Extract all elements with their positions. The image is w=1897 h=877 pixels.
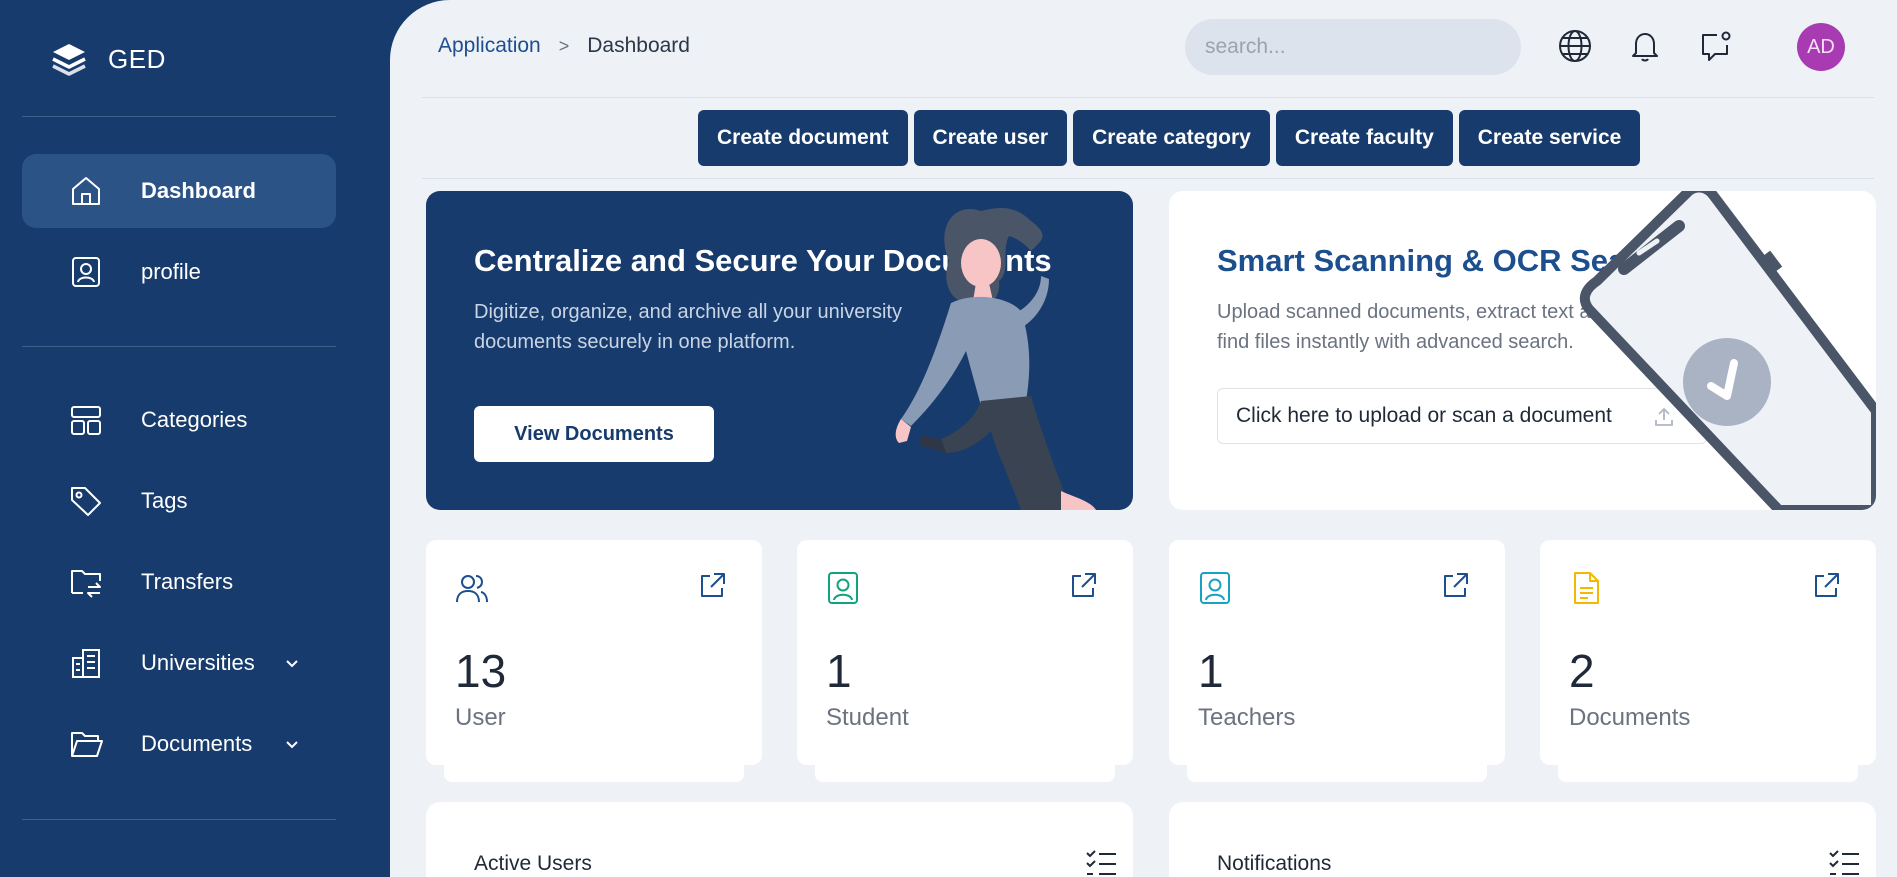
avatar[interactable]: AD bbox=[1797, 23, 1845, 71]
breadcrumb-current: Dashboard bbox=[587, 34, 690, 57]
create-user-button[interactable]: Create user bbox=[913, 110, 1068, 166]
list-check-icon[interactable] bbox=[1827, 848, 1861, 877]
sidebar-item-label: Dashboard bbox=[141, 178, 256, 203]
home-icon bbox=[68, 173, 104, 209]
breadcrumb-separator: > bbox=[558, 35, 570, 56]
layers-logo-icon bbox=[52, 44, 86, 76]
sidebar-item-universities[interactable]: Universities bbox=[22, 626, 336, 700]
message-icon[interactable] bbox=[1697, 28, 1733, 64]
create-service-button[interactable]: Create service bbox=[1458, 110, 1641, 166]
globe-icon[interactable] bbox=[1557, 28, 1593, 64]
list-check-icon[interactable] bbox=[1084, 848, 1118, 877]
bell-icon[interactable] bbox=[1627, 28, 1663, 64]
smartphone-illustration-icon bbox=[1579, 191, 1876, 510]
view-documents-button[interactable]: View Documents bbox=[474, 406, 714, 462]
create-category-button[interactable]: Create category bbox=[1073, 110, 1270, 166]
notifications-panel: Notifications bbox=[1169, 802, 1876, 877]
users-icon bbox=[456, 575, 488, 603]
teacher-badge-icon bbox=[1200, 572, 1230, 604]
stat-value: 13 bbox=[455, 645, 507, 697]
action-toolbar: Create document Create user Create categ… bbox=[698, 110, 1641, 166]
create-document-button[interactable]: Create document bbox=[698, 110, 908, 166]
stat-label: Teachers bbox=[1198, 704, 1296, 731]
active-users-panel: Active Users bbox=[426, 802, 1133, 877]
external-link-icon[interactable] bbox=[696, 570, 728, 602]
breadcrumb: Application > Dashboard bbox=[438, 34, 690, 58]
sidebar-divider bbox=[22, 819, 336, 820]
sidebar-item-tags[interactable]: Tags bbox=[22, 464, 336, 538]
sidebar-item-label: Documents bbox=[141, 731, 253, 756]
stat-label: Documents bbox=[1569, 704, 1691, 731]
main-content: Application > Dashboard AD Create docume… bbox=[390, 0, 1897, 877]
stat-card-users[interactable]: 13 User bbox=[426, 540, 762, 765]
stat-value: 1 bbox=[1198, 645, 1224, 697]
toolbar-divider bbox=[422, 178, 1874, 179]
student-badge-icon bbox=[828, 572, 858, 604]
stat-value: 2 bbox=[1569, 645, 1595, 697]
sidebar-item-label: profile bbox=[141, 259, 201, 284]
building-icon bbox=[68, 645, 104, 681]
profile-icon bbox=[68, 254, 104, 290]
sidebar-item-profile[interactable]: profile bbox=[22, 235, 336, 309]
brand[interactable]: GED bbox=[50, 38, 166, 80]
sidebar-item-documents[interactable]: Documents bbox=[22, 707, 336, 781]
layout-icon bbox=[68, 402, 104, 438]
sidebar-item-transfers[interactable]: Transfers bbox=[22, 545, 336, 619]
sidebar: GED Dashboard profile Categories Tags Tr… bbox=[0, 0, 390, 877]
stat-label: User bbox=[455, 704, 506, 731]
app-name: GED bbox=[108, 43, 166, 74]
hero-documents-card: Centralize and Secure Your Documents Dig… bbox=[426, 191, 1133, 510]
folder-open-icon bbox=[68, 726, 104, 762]
sidebar-item-label: Universities bbox=[141, 650, 255, 675]
chevron-down-icon[interactable] bbox=[282, 734, 302, 754]
stat-value: 1 bbox=[826, 645, 852, 697]
stat-label: Student bbox=[826, 704, 909, 731]
sidebar-divider bbox=[22, 346, 336, 347]
stat-card-documents[interactable]: 2 Documents bbox=[1540, 540, 1876, 765]
hero-ocr-card: Smart Scanning & OCR Search Upload scann… bbox=[1169, 191, 1876, 510]
search-input[interactable] bbox=[1185, 19, 1521, 75]
folder-transfer-icon bbox=[68, 564, 104, 600]
panel-title: Active Users bbox=[474, 852, 592, 875]
panel-title: Notifications bbox=[1217, 852, 1332, 875]
create-faculty-button[interactable]: Create faculty bbox=[1275, 110, 1453, 166]
sidebar-item-label: Categories bbox=[141, 407, 248, 432]
breadcrumb-link-application[interactable]: Application bbox=[438, 34, 541, 58]
document-icon bbox=[1574, 572, 1599, 604]
upload-label: Click here to upload or scan a document bbox=[1236, 404, 1612, 427]
woman-illustration-icon bbox=[895, 208, 1096, 510]
sidebar-item-categories[interactable]: Categories bbox=[22, 383, 336, 457]
stat-card-teachers[interactable]: 1 Teachers bbox=[1169, 540, 1505, 765]
external-link-icon[interactable] bbox=[1439, 570, 1471, 602]
chevron-down-icon[interactable] bbox=[282, 653, 302, 673]
sidebar-item-label: Tags bbox=[141, 488, 188, 513]
tag-icon bbox=[68, 483, 104, 519]
hero-description: Upload scanned documents, extract text a… bbox=[1217, 301, 1613, 353]
sidebar-item-dashboard[interactable]: Dashboard bbox=[22, 154, 336, 228]
sidebar-divider bbox=[22, 116, 336, 117]
header-divider bbox=[422, 97, 1874, 98]
external-link-icon[interactable] bbox=[1067, 570, 1099, 602]
external-link-icon[interactable] bbox=[1810, 570, 1842, 602]
sidebar-item-label: Transfers bbox=[141, 569, 234, 594]
stat-card-student[interactable]: 1 Student bbox=[797, 540, 1133, 765]
